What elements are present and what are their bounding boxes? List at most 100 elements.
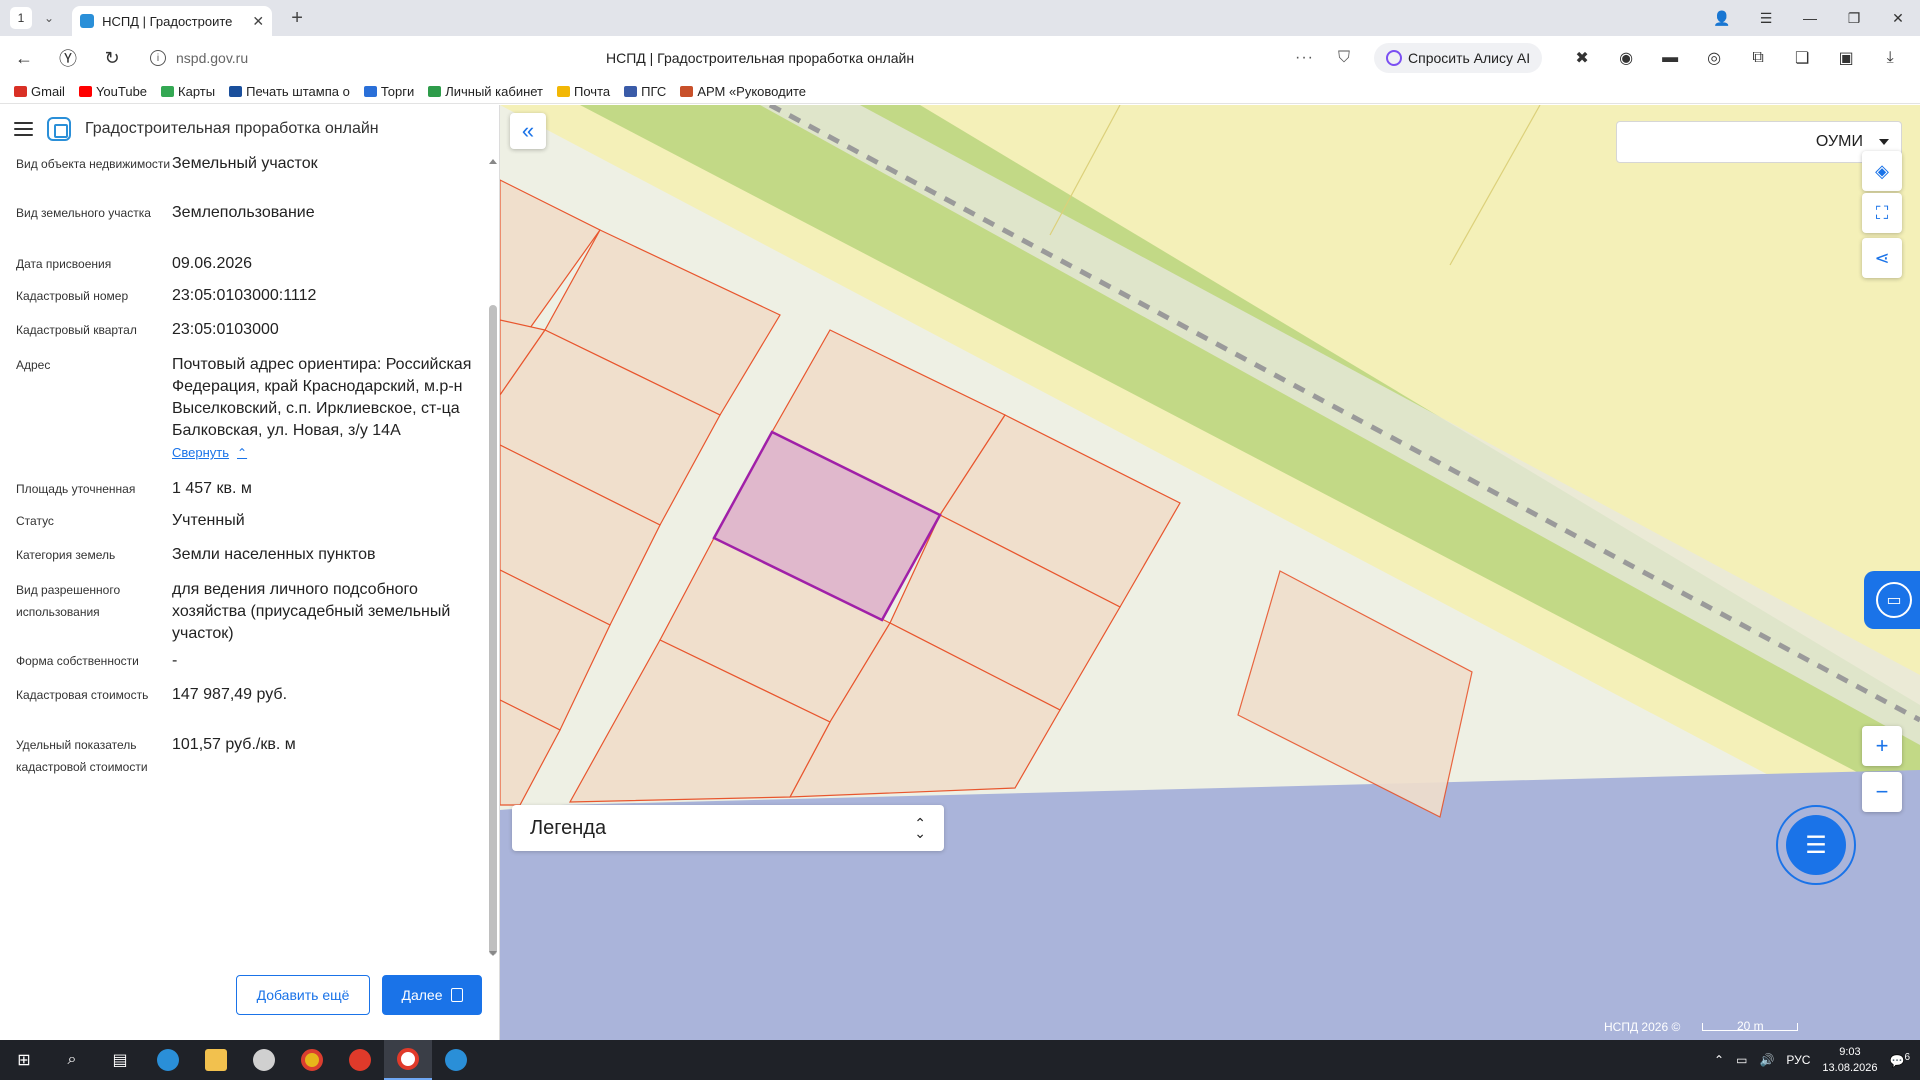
select-area-button[interactable]: ⛶: [1862, 193, 1902, 233]
url-domain: nspd.gov.ru: [176, 50, 249, 66]
hamburger-menu-icon[interactable]: [14, 122, 33, 136]
bookmark-icon[interactable]: ⛉: [1338, 49, 1350, 67]
stamp-icon: [229, 86, 243, 97]
share-icon: ⋖: [1874, 247, 1890, 268]
chrome-icon[interactable]: [288, 1040, 336, 1080]
collections-icon[interactable]: ❏: [1780, 48, 1824, 68]
start-windows-icon[interactable]: ⊞: [0, 1040, 48, 1080]
collapse-panel-button[interactable]: «: [510, 113, 546, 149]
attr-row-cadastral-cost: Кадастровая стоимость 147 987,49 руб.: [16, 684, 476, 706]
bookmark-pgs[interactable]: ПГС: [624, 84, 666, 99]
search-icon[interactable]: ⌕: [48, 1040, 96, 1080]
chat-button[interactable]: ☰: [1776, 805, 1856, 885]
close-window-button[interactable]: ✕: [1876, 10, 1920, 27]
tab-bar: 1 ⌄ НСПД | Градостроите ✕ + 👤 ☰ — ❐ ✕: [0, 0, 1920, 36]
share-button[interactable]: ⋖: [1862, 238, 1902, 278]
ask-alice-button[interactable]: Спросить Алису AI: [1374, 43, 1543, 73]
layer-select[interactable]: ОУМИ: [1616, 121, 1902, 163]
yandex-shield-icon[interactable]: Ⓨ: [46, 45, 90, 71]
puzzle-extensions-icon[interactable]: ⧉: [1736, 49, 1780, 67]
attr-value[interactable]: 23:05:0103000: [172, 319, 472, 341]
bookmark-maps[interactable]: Карты: [161, 84, 215, 99]
profile-icon[interactable]: 👤: [1700, 10, 1744, 27]
volume-icon[interactable]: 🔊: [1759, 1053, 1774, 1067]
bookmark-personal-account[interactable]: Личный кабинет: [428, 84, 543, 99]
bookmark-arm[interactable]: АРМ «Руководите: [680, 84, 806, 99]
task-view-icon[interactable]: ▤: [96, 1040, 144, 1080]
ccleaner-icon[interactable]: [240, 1040, 288, 1080]
minimize-button[interactable]: —: [1788, 10, 1832, 26]
attr-row-address: Адрес Почтовый адрес ориентира: Российск…: [16, 354, 476, 464]
attr-value: для ведения личного подсобного хозяйства…: [172, 581, 451, 642]
back-arrow-icon[interactable]: ←: [2, 48, 46, 69]
edge-browser-icon[interactable]: [144, 1040, 192, 1080]
bookmark-auctions[interactable]: Торги: [363, 84, 414, 99]
page-title: НСПД | Градостроительная проработка онла…: [606, 50, 915, 66]
restore-button[interactable]: ❐: [1832, 10, 1876, 27]
bookmark-stamp-print[interactable]: Печать штампа о: [229, 84, 350, 99]
zoom-in-button[interactable]: +: [1862, 726, 1902, 766]
parcel: [1237, 570, 1473, 818]
extension-icon[interactable]: ▬: [1648, 49, 1692, 67]
address-bar: ← Ⓨ ↻ i nspd.gov.ru НСПД | Градостроител…: [0, 36, 1920, 80]
attr-value: 1 457 кв. м: [172, 480, 252, 497]
yandex-browser-icon[interactable]: [384, 1040, 432, 1080]
new-tab-button[interactable]: +: [286, 7, 308, 29]
layers-button[interactable]: ◈: [1862, 151, 1902, 191]
clock-time: 9:03: [1839, 1046, 1861, 1058]
network-icon[interactable]: ▭: [1736, 1053, 1747, 1067]
attr-label: Кадастровый номер: [16, 289, 129, 303]
map-canvas[interactable]: [500, 105, 1920, 1040]
tab-counter[interactable]: 1: [10, 7, 32, 29]
language-indicator[interactable]: РУС: [1786, 1053, 1810, 1067]
menu-icon[interactable]: ☰: [1744, 10, 1788, 27]
arm-icon: [680, 86, 694, 97]
next-button[interactable]: Далее: [382, 975, 482, 1015]
browser-tab[interactable]: НСПД | Градостроите ✕: [72, 6, 273, 36]
tools-extension-icon[interactable]: ✖: [1560, 48, 1604, 68]
attr-row-area: Площадь уточненная 1 457 кв. м: [16, 478, 476, 500]
bookmark-mail[interactable]: Почта: [557, 84, 610, 99]
side-drawer-tab[interactable]: ▭: [1864, 571, 1920, 629]
attr-value: 09.06.2026: [172, 255, 253, 272]
reload-icon[interactable]: ↻: [90, 48, 134, 69]
tab-close-icon[interactable]: ✕: [252, 13, 264, 30]
attr-value: Землепользование: [172, 204, 315, 221]
bookmark-gmail[interactable]: Gmail: [14, 84, 65, 99]
notifications-icon[interactable]: 💬6: [1889, 1052, 1910, 1068]
copyright-text: НСПД 2026 ©: [1604, 1020, 1681, 1034]
bookmark-youtube[interactable]: YouTube: [78, 84, 147, 99]
map-view[interactable]: « ОУМИ ◈ ⛶ ⋖ ▭ ☰ + − Легенда ⌃ ⌄ НСПД 202…: [500, 105, 1920, 1040]
messenger-icon[interactable]: [432, 1040, 480, 1080]
attr-value: -: [172, 652, 178, 669]
attr-label: Вид разрешенного использования: [16, 583, 121, 619]
yandex-icon[interactable]: [336, 1040, 384, 1080]
scroll-up-arrow-icon[interactable]: [489, 159, 497, 164]
url-field[interactable]: i nspd.gov.ru НСПД | Градостроительная п…: [140, 42, 1360, 74]
file-explorer-icon[interactable]: [192, 1040, 240, 1080]
legend-label: Легенда: [530, 816, 607, 839]
extension-icon[interactable]: ◎: [1692, 48, 1736, 68]
extension-icon[interactable]: ▣: [1824, 48, 1868, 68]
site-info-icon[interactable]: i: [150, 50, 166, 66]
legend-dropdown[interactable]: Легенда ⌃ ⌄: [512, 805, 944, 851]
attr-label: Статус: [16, 514, 54, 528]
account-icon: [428, 86, 442, 97]
tray-chevron-icon[interactable]: ⌃: [1714, 1053, 1724, 1067]
scroll-down-arrow-icon[interactable]: [489, 951, 497, 956]
scroll-thumb[interactable]: [489, 305, 497, 955]
clock[interactable]: 9:03 13.08.2026: [1822, 1044, 1877, 1076]
attr-value[interactable]: 23:05:0103000:1112: [172, 285, 472, 307]
zoom-out-button[interactable]: −: [1862, 772, 1902, 812]
plus-icon: +: [1875, 733, 1889, 758]
add-more-button[interactable]: Добавить ещё: [236, 975, 370, 1015]
more-dots-icon[interactable]: ···: [1295, 49, 1314, 67]
extension-icon[interactable]: ◉: [1604, 48, 1648, 68]
collapse-address-link[interactable]: Свернуть ⌃: [172, 442, 247, 464]
downloads-icon[interactable]: ⤓: [1868, 49, 1912, 67]
attr-label: Кадастровый квартал: [16, 323, 137, 337]
map-chat-icon: ▭: [1876, 582, 1912, 618]
panel-scrollbar[interactable]: [488, 153, 498, 963]
tab-list-chevron-icon[interactable]: ⌄: [44, 11, 54, 25]
attr-label: Вид объекта недвижимости: [16, 157, 171, 171]
